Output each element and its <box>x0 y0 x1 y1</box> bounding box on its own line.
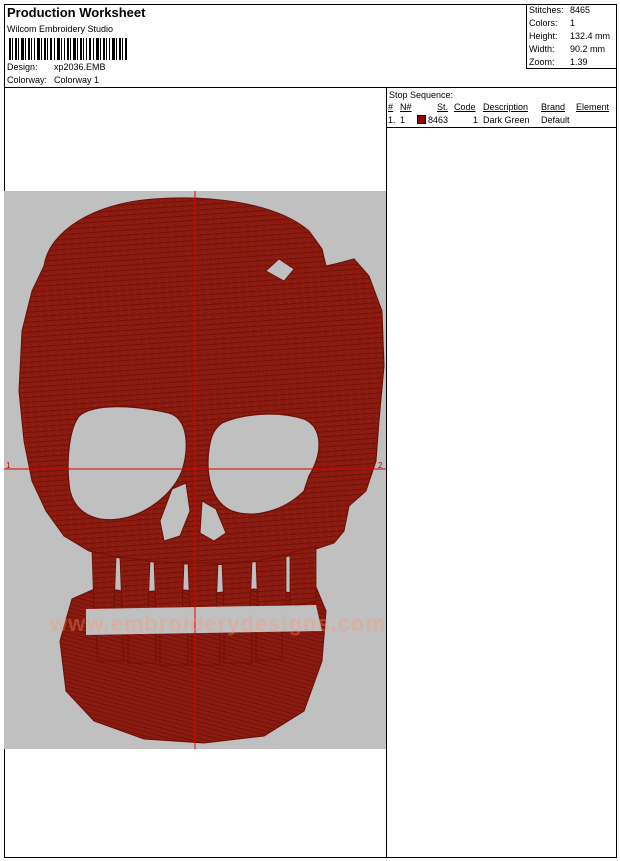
col-n: N# <box>400 102 412 112</box>
col-stitches: St. <box>437 102 449 112</box>
stop-sequence-panel: Stop Sequence: # N# St. Code Description… <box>387 88 617 128</box>
col-element: Element <box>576 102 610 112</box>
row-n: 1 <box>400 115 406 125</box>
marker-2: 2 <box>378 461 383 470</box>
stop-sequence-title: Stop Sequence: <box>389 90 454 100</box>
skull-embroidery <box>4 191 386 749</box>
design-stats: Stitches: 8465 Colors: 1 Height: 132.4 mm W… <box>526 4 617 69</box>
design-value: xp2036.EMB <box>54 62 106 72</box>
marker-1: 1 <box>6 461 11 470</box>
design-label: Design: <box>7 62 38 72</box>
col-code: Code <box>454 102 476 112</box>
barcode <box>9 38 127 60</box>
row-code: 1 <box>473 115 479 125</box>
page-title: Production Worksheet <box>7 5 146 20</box>
row-brand: Default <box>541 115 570 125</box>
col-brand: Brand <box>541 102 566 112</box>
row-description: Dark Green <box>483 115 530 125</box>
design-preview-panel: www.embroiderydesigns.com 1 2 <box>4 88 387 858</box>
thread-color-swatch <box>417 115 426 124</box>
worksheet-header: Production Worksheet Wilcom Embroidery S… <box>4 4 617 88</box>
row-number: 1. <box>388 115 396 125</box>
design-canvas: www.embroiderydesigns.com 1 2 <box>4 191 386 749</box>
colorway-label: Colorway: <box>7 75 48 85</box>
colorway-value: Colorway 1 <box>54 75 100 85</box>
watermark: www.embroiderydesigns.com <box>50 611 386 636</box>
col-description: Description <box>483 102 529 112</box>
company-name: Wilcom Embroidery Studio <box>7 24 114 34</box>
col-number: # <box>388 102 394 112</box>
row-stitches: 8463 <box>428 115 449 125</box>
